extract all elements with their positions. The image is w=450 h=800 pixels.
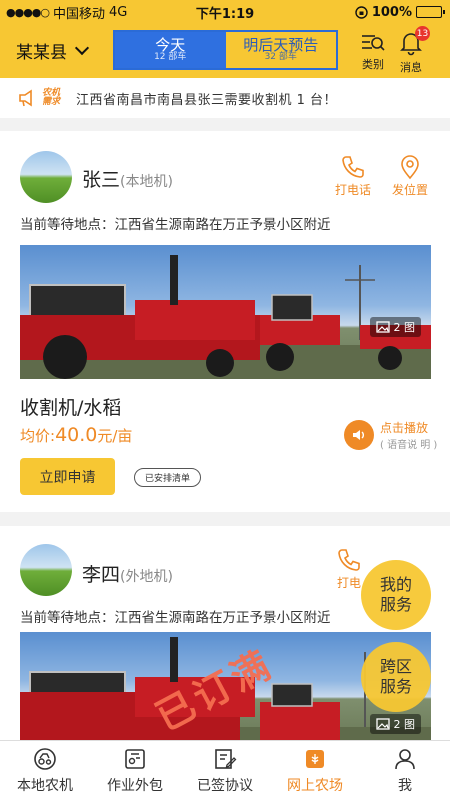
avatar[interactable] [20,544,72,596]
owner-name: 李四(外地机) [82,560,173,587]
play-label: 点击播放 [380,421,429,435]
category-label: 类别 [362,58,384,71]
call-label: 打电 [336,576,361,590]
owner-name: 张三(本地机) [82,165,173,192]
cross-region-label: 跨区服务 [379,657,412,696]
messages-label: 消息 [400,61,422,74]
location-pin-icon [401,155,419,180]
call-button[interactable]: 打电 [335,546,363,591]
image-icon [375,321,390,333]
tab-today-count: 12 部车 [154,52,187,63]
speaker-icon [344,420,374,450]
tab-me[interactable]: 我 [360,741,450,800]
phone-icon [338,549,360,571]
category-button[interactable]: 类别 [360,30,386,72]
battery-indicator: 100% [355,4,445,20]
cross-region-service-button[interactable]: 跨区服务 [361,642,431,712]
owner-name-text: 张三 [82,169,121,191]
tab-today[interactable]: 今天 12 部车 [115,32,226,68]
price-unit: 元/亩 [97,427,133,445]
avatar[interactable] [20,151,72,203]
status-bar: ●●●●○ 中国移动 4G 下午1:19 100% [0,0,450,24]
machine-type: 收割机/水稻 [20,397,122,419]
farm-icon [306,749,324,768]
document-edit-icon [215,748,237,769]
tractor-icon [34,747,56,770]
messages-button[interactable]: 13 消息 [398,26,430,75]
tab-local-machinery-label: 本地农机 [17,777,73,794]
apply-button[interactable]: 立即申请 [20,458,115,495]
photo-count-text: 2 图 [393,718,416,731]
position-label: 发位置 [392,183,429,197]
owner-name-text: 李四 [82,564,121,586]
call-button[interactable]: 打电话 [335,153,371,198]
message-badge: 13 [415,26,430,41]
price-value: 40.0 [55,424,98,446]
price-prefix: 均价: [20,427,56,445]
notice-tag: 农机需求 [42,87,61,107]
my-service-button[interactable]: 我的服务 [361,560,431,630]
phone-icon [342,156,364,178]
image-icon [375,718,390,730]
region-label: 某某县 [16,43,67,63]
photo-count-badge: 2 图 [369,317,421,337]
tab-signed-agreements[interactable]: 已签协议 [180,741,270,800]
tab-forecast-count: 32 部车 [264,52,297,63]
chevron-down-icon [74,40,90,55]
tab-local-machinery[interactable]: 本地农机 [0,741,90,800]
tab-signed-agreements-label: 已签协议 [197,777,253,794]
megaphone-icon [19,89,32,107]
user-icon [395,748,415,769]
photo-count-badge: 2 图 [369,714,421,734]
notice-text: 江西省南昌市南昌县张三需要收割机 1 台！ [76,92,338,108]
play-sublabel: ( 语音说 明 ) [380,440,438,451]
category-search-icon [362,35,385,51]
waiting-location: 当前等待地点：江西省生源南路在万正予景小区附近 [20,610,331,626]
tractor-illustration [20,255,431,379]
tab-forecast[interactable]: 明后天预告 32 部车 [225,32,336,68]
tab-today-label: 今天 [155,35,186,54]
waiting-location: 当前等待地点：江西省生源南路在万正予景小区附近 [20,217,331,233]
tab-online-farm-label: 网上农场 [287,777,343,794]
voice-play-button[interactable]: 点击播放 ( 语音说 明 ) [344,419,437,451]
send-location-button[interactable]: 发位置 [392,153,428,198]
outsourcing-icon [125,748,145,769]
rotation-lock-icon [355,5,368,19]
call-label: 打电话 [335,183,372,197]
battery-percent: 100% [371,4,412,20]
tab-forecast-label: 明后天预告 [243,35,319,54]
machine-card: 张三(本地机) 打电话 发位置 当前等待地点：江西省生源南路在万正予景小区附近 [0,131,450,512]
region-selector[interactable]: 某某县 [16,38,90,63]
battery-icon [416,6,445,18]
owner-location-type: (外地机) [120,569,173,585]
arranged-list-button[interactable]: 已安排清单 [134,468,202,487]
tab-outsourcing-label: 作业外包 [107,777,163,794]
price: 均价:40.0元/亩 [20,424,132,446]
owner-location-type: (本地机) [120,174,173,190]
machine-photo[interactable]: 2 图 [20,245,431,379]
my-service-label: 我的服务 [379,575,412,614]
tab-outsourcing[interactable]: 作业外包 [90,741,180,800]
bottom-tab-bar: 本地农机 作业外包 已签协议 网上农场 我 [0,740,450,800]
tab-online-farm[interactable]: 网上农场 [270,741,360,800]
photo-count-text: 2 图 [393,321,416,334]
day-segmented-control: 今天 12 部车 明后天预告 32 部车 [113,30,338,70]
top-header: 某某县 今天 12 部车 明后天预告 32 部车 类别 13 消息 [0,24,450,78]
tab-me-label: 我 [398,777,412,794]
notice-bar[interactable]: 农机需求 江西省南昌市南昌县张三需要收割机 1 台！ [0,78,450,118]
notice-badge: 农机需求 [18,88,64,108]
